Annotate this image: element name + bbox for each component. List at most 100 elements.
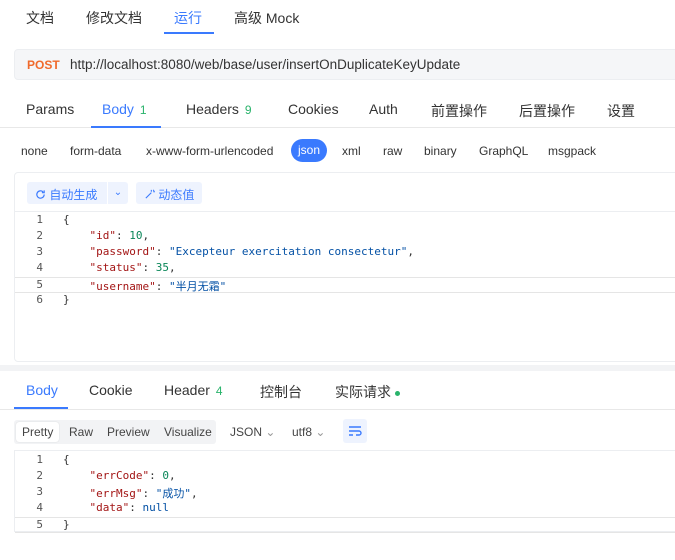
json-key: "username": [89, 280, 156, 293]
json-key: "errMsg": [89, 487, 143, 500]
response-tab-bar: Body Cookie Header 4 控制台 实际请求: [0, 372, 675, 410]
tab-response-header[interactable]: Header 4: [164, 382, 223, 398]
body-type-binary[interactable]: binary: [424, 144, 457, 158]
tab-response-header-label: Header: [164, 382, 210, 398]
json-value: "Excepteur exercitation consectetur": [168, 245, 408, 258]
code-line-current: 5}: [15, 517, 675, 533]
line-number: 1: [36, 453, 43, 466]
tab-pre-actions[interactable]: 前置操作: [431, 101, 487, 121]
json-key: "errCode": [89, 469, 150, 482]
tab-response-body[interactable]: Body: [26, 382, 58, 398]
tab-run[interactable]: 运行: [174, 8, 202, 28]
body-type-urlencoded[interactable]: x-www-form-urlencoded: [146, 144, 273, 158]
tab-headers-label: Headers: [186, 101, 239, 117]
editor-toolbar: 自动生成 ⌄ 动态值: [15, 173, 675, 212]
tab-auth[interactable]: Auth: [369, 101, 398, 117]
headers-count-badge: 9: [244, 103, 252, 117]
json-value: null: [142, 501, 170, 514]
tab-actual-request-label: 实际请求: [335, 384, 391, 400]
format-select[interactable]: JSON ⌄: [230, 425, 275, 439]
code-text: {: [63, 453, 70, 466]
body-type-none[interactable]: none: [21, 144, 48, 158]
tab-advanced-mock[interactable]: 高级 Mock: [234, 8, 299, 28]
json-value: 0: [162, 469, 169, 482]
json-key: "password": [89, 245, 156, 258]
body-type-graphql[interactable]: GraphQL: [479, 144, 528, 158]
body-type-selector: none form-data x-www-form-urlencoded jso…: [0, 138, 675, 164]
response-view-switch: Pretty Raw Preview Visualize: [14, 420, 216, 444]
line-number: 3: [36, 485, 43, 498]
code-line: 3 "errMsg": "成功",: [15, 485, 675, 501]
auto-generate-label: 自动生成: [49, 188, 98, 202]
code-line: 1{: [15, 213, 675, 229]
json-key: "status": [89, 261, 143, 274]
tab-post-actions[interactable]: 后置操作: [519, 101, 575, 121]
view-visualize[interactable]: Visualize: [164, 425, 212, 439]
body-type-form-data[interactable]: form-data: [70, 144, 121, 158]
line-number: 3: [36, 245, 43, 258]
request-body-editor[interactable]: 自动生成 ⌄ 动态值 1{ 2 "id": 10, 3 "password": …: [14, 172, 675, 362]
body-type-xml[interactable]: xml: [342, 144, 361, 158]
response-code: 1 { 2 "errCode": 0, 3 "errMsg": "成功", 4 "…: [15, 453, 675, 533]
tab-cookies[interactable]: Cookies: [288, 101, 339, 117]
body-type-raw[interactable]: raw: [383, 144, 402, 158]
body-type-json[interactable]: json: [291, 139, 328, 162]
code-line-current: 5 "username": "半月无霜": [15, 277, 675, 293]
line-number: 5: [36, 518, 43, 531]
tab-settings[interactable]: 设置: [607, 101, 635, 121]
tab-actual-request[interactable]: 实际请求: [335, 382, 400, 402]
request-tab-indicator: [91, 126, 161, 128]
code-text: }: [63, 293, 70, 306]
code-line: 2 "errCode": 0,: [15, 469, 675, 485]
tab-body[interactable]: Body 1: [102, 101, 147, 117]
tab-console[interactable]: 控制台: [260, 382, 302, 402]
code-text: "id": 10,: [89, 229, 150, 242]
line-number: 1: [36, 213, 43, 226]
line-number: 2: [36, 469, 43, 482]
format-value: JSON: [230, 425, 263, 439]
code-text: "status": 35,: [89, 261, 176, 274]
dynamic-value-button[interactable]: 动态值: [136, 182, 202, 204]
chevron-down-icon: ⌄: [265, 425, 276, 439]
wrap-lines-icon: [349, 426, 362, 436]
line-number: 5: [36, 278, 43, 291]
body-count-badge: 1: [139, 103, 147, 117]
auto-generate-button[interactable]: 自动生成: [27, 182, 107, 204]
tab-headers[interactable]: Headers 9: [186, 101, 252, 117]
view-pretty[interactable]: Pretty: [16, 422, 60, 442]
view-preview[interactable]: Preview: [107, 425, 150, 439]
refresh-icon: [36, 190, 45, 199]
active-tab-indicator: [164, 32, 214, 34]
http-method[interactable]: POST: [27, 58, 60, 72]
tab-docs[interactable]: 文档: [26, 8, 54, 28]
encoding-select[interactable]: utf8 ⌄: [292, 425, 325, 439]
line-number: 2: [36, 229, 43, 242]
chevron-down-icon[interactable]: ⌄: [108, 182, 128, 204]
json-value: 35: [155, 261, 169, 274]
line-number: 4: [36, 501, 43, 514]
tab-params[interactable]: Params: [26, 101, 74, 117]
top-tab-bar: 文档 修改文档 运行 高级 Mock: [0, 0, 675, 34]
json-value: "成功": [155, 487, 191, 500]
json-value: 10: [129, 229, 143, 242]
request-tab-bar: Params Body 1 Headers 9 Cookies Auth 前置操作 …: [0, 92, 675, 128]
code-text: "username": "半月无霜": [89, 280, 227, 293]
body-type-msgpack[interactable]: msgpack: [548, 144, 596, 158]
status-dot: [395, 390, 400, 396]
header-count-badge: 4: [215, 384, 223, 398]
code-text: {: [63, 213, 70, 226]
wrap-lines-button[interactable]: [343, 419, 367, 443]
line-number: 4: [36, 261, 43, 274]
section-divider: [0, 365, 675, 371]
url-input[interactable]: http://localhost:8080/web/base/user/inse…: [70, 57, 460, 72]
code-text: "errCode": 0,: [89, 469, 176, 482]
code-line: 6}: [15, 293, 675, 309]
response-tab-indicator: [14, 407, 68, 409]
tab-edit-docs[interactable]: 修改文档: [86, 8, 142, 28]
code-text: "password": "Excepteur exercitation cons…: [89, 245, 415, 258]
response-body-viewer[interactable]: 1 { 2 "errCode": 0, 3 "errMsg": "成功", 4 "…: [14, 450, 675, 533]
tab-response-cookie[interactable]: Cookie: [89, 382, 133, 398]
url-bar[interactable]: POST http://localhost:8080/web/base/user…: [14, 49, 675, 80]
tab-body-label: Body: [102, 101, 134, 117]
view-raw[interactable]: Raw: [69, 425, 93, 439]
